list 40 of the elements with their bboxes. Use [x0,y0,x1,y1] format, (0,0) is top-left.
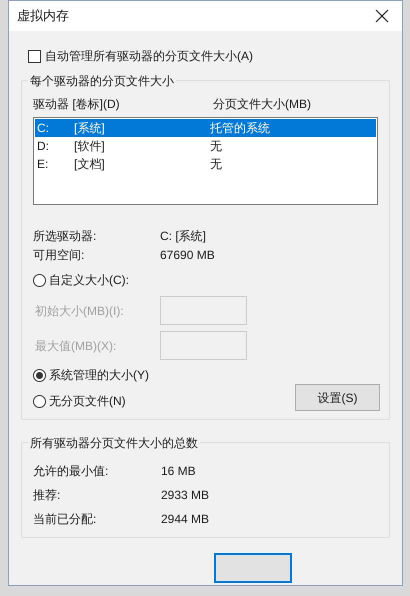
drive-letter: C: [37,120,50,137]
drive-letter: D: [37,138,50,155]
total-label: 推荐: [33,487,62,504]
group-title: 所有驱动器分页文件大小的总数 [28,434,200,452]
drive-label: [软件] [74,138,106,155]
drive-row[interactable]: E: [文档] 无 [35,155,376,173]
field-label: 初始大小(MB)(I): [34,302,125,320]
info-label: 可用空间: [33,246,86,264]
column-header: 驱动器 [卷标](D) [33,96,121,113]
info-value: 67690 MB [160,246,215,264]
checkbox-label[interactable]: 自动管理所有驱动器的分页文件大小(A) [45,47,253,65]
radio-label[interactable]: 自定义大小(C): [49,271,129,289]
drive-label: [文档] [74,156,106,173]
settings-button[interactable]: 设置(S) [295,384,380,411]
info-value: C: [系统] [160,228,206,244]
radio-button[interactable] [33,368,46,382]
radio-label[interactable]: 无分页文件(N) [49,392,126,410]
page-file-size: 无 [210,156,222,173]
radio-button[interactable] [33,274,46,286]
checkbox[interactable] [28,50,41,62]
field-label: 最大值(MB)(X): [34,338,118,354]
default-button[interactable] [214,553,292,583]
total-value: 2933 MB [161,487,210,504]
group-title: 每个驱动器的分页文件大小 [28,72,176,90]
info-label: 所选驱动器: [33,228,98,244]
drive-letter: E: [37,156,50,173]
radio-button[interactable] [33,394,46,408]
drive-label: [系统] [74,120,106,137]
radio-label[interactable]: 系统管理的大小(Y) [49,366,149,384]
total-label: 当前已分配: [33,511,98,528]
drive-row[interactable]: D: [软件] 无 [35,137,376,155]
drive-row[interactable]: C: [系统] 托管的系统 [35,119,376,137]
window-title: 虚拟内存 [17,7,69,26]
total-value: 16 MB [161,463,196,480]
column-header: 分页文件大小(MB) [213,96,311,113]
total-label: 允许的最小值: [33,463,110,480]
total-value: 2944 MB [161,511,210,528]
close-icon [375,9,389,23]
page-file-size: 无 [210,138,222,155]
page-file-size: 托管的系统 [210,120,270,137]
